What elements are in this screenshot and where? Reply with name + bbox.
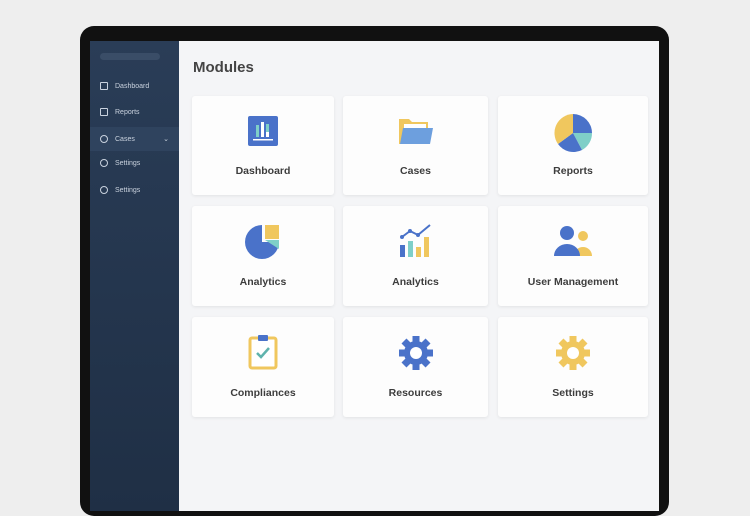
dashboard-chart-icon [248, 116, 278, 146]
bar-line-chart-icon [399, 224, 431, 257]
sidebar-item-label: Settings [115, 159, 141, 167]
sidebar-item-label: Cases [115, 135, 135, 143]
sidebar-item-label: Settings [115, 186, 141, 194]
module-label: Settings [552, 387, 594, 399]
pie-chart-icon [554, 114, 593, 153]
settings-icon [100, 159, 108, 167]
module-card-compliances[interactable]: Compliances [192, 317, 334, 417]
gear-icon [398, 336, 433, 370]
gear-icon [556, 336, 590, 370]
sidebar-item-settings-2[interactable]: Settings [90, 178, 179, 202]
module-card-settings[interactable]: Settings [498, 317, 648, 417]
logo-placeholder [100, 53, 160, 60]
module-label: User Management [527, 276, 619, 288]
module-label: Analytics [239, 276, 287, 288]
sidebar-item-reports[interactable]: Reports [90, 100, 179, 124]
module-card-analytics-2[interactable]: Analytics [343, 206, 488, 306]
search-icon [100, 135, 108, 143]
clipboard-check-icon [248, 335, 278, 370]
module-card-dashboard[interactable]: Dashboard [192, 96, 334, 195]
module-card-resources[interactable]: Resources [343, 317, 488, 417]
module-label: Dashboard [235, 165, 291, 177]
page-title: Modules [193, 59, 254, 76]
chevron-down-icon[interactable]: ⌄ [163, 135, 169, 143]
app-screen: Dashboard Reports Cases ⌄ Settings Settin… [90, 41, 659, 511]
sidebar-item-settings[interactable]: Settings [90, 151, 179, 175]
users-icon [554, 226, 592, 256]
module-label: Compliances [230, 387, 296, 399]
dashboard-icon [100, 82, 108, 90]
module-label: Cases [400, 165, 431, 177]
module-card-reports[interactable]: Reports [498, 96, 648, 195]
module-card-cases[interactable]: Cases [343, 96, 488, 195]
module-card-analytics[interactable]: Analytics [192, 206, 334, 306]
pie-chart-icon [245, 225, 279, 259]
settings-icon [100, 186, 108, 194]
sidebar-item-dashboard[interactable]: Dashboard [90, 74, 179, 98]
module-label: Resources [388, 387, 443, 399]
sidebar-item-label: Dashboard [115, 82, 150, 90]
sidebar-item-label: Reports [115, 108, 140, 116]
sidebar-item-cases[interactable]: Cases ⌄ [90, 127, 179, 151]
module-label: Reports [553, 165, 593, 177]
module-label: Analytics [392, 276, 439, 288]
sidebar: Dashboard Reports Cases ⌄ Settings Settin… [90, 41, 179, 511]
folder-icon [398, 119, 433, 144]
module-card-user-management[interactable]: User Management [498, 206, 648, 306]
reports-icon [100, 108, 108, 116]
